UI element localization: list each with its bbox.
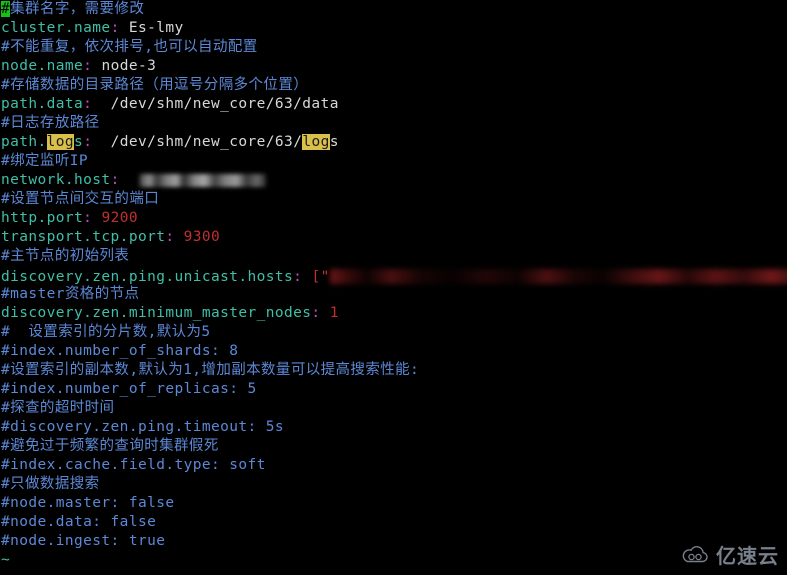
editor-line: path.data: /dev/shm/new_core/63/data [0, 95, 787, 114]
comment-text: #探查的超时时间 [1, 400, 115, 416]
setting-value: 1 [329, 305, 339, 321]
editor-line: transport.tcp.port: 9300 [0, 228, 787, 247]
comment-text: #node.master: false [1, 495, 175, 511]
comment-text: #主节点的初始列表 [1, 248, 130, 264]
setting-colon: : [311, 305, 321, 321]
comment-text: #master资格的节点 [1, 286, 140, 302]
setting-value: Es-lmy [128, 20, 184, 36]
setting-value: 9200 [101, 210, 138, 226]
editor-line: discovery.zen.minimum_master_nodes: 1 [0, 304, 787, 323]
editor-line: # 设置索引的分片数,默认为5 [0, 323, 787, 342]
editor-line: #discovery.zen.ping.timeout: 5s [0, 418, 787, 437]
comment-text: #设置节点间交互的端口 [1, 191, 160, 207]
editor-line: #node.master: false [0, 494, 787, 513]
comment-text: #node.ingest: true [1, 533, 166, 549]
editor-line: #设置索引的副本数,默认为1,增加副本数量可以提高搜索性能: [0, 361, 787, 380]
redacted-ip-address [137, 174, 266, 187]
comment-text: # 设置索引的分片数,默认为5 [1, 324, 211, 340]
setting-key: network.host [1, 172, 111, 188]
setting-value: 9300 [183, 229, 221, 245]
editor-empty-line-marker: ~ [0, 551, 787, 570]
editor-line: #node.ingest: true [0, 532, 787, 551]
editor-line-redacted: network.host: [0, 171, 787, 190]
comment-text: #日志存放路径 [1, 115, 100, 131]
editor-line: #探查的超时时间 [0, 399, 787, 418]
comment-text: #设置索引的副本数,默认为1,增加副本数量可以提高搜索性能: [1, 362, 420, 378]
comment-text: #node.data: false [1, 514, 157, 530]
editor-line: #只做数据搜索 [0, 475, 787, 494]
setting-key: path.data [1, 96, 84, 112]
editor-line: #index.number_of_replicas: 5 [0, 380, 787, 399]
editor-line: #master资格的节点 [0, 285, 787, 304]
editor-line: #设置节点间交互的端口 [0, 190, 787, 209]
comment-text: #绑定监听IP [1, 153, 88, 169]
setting-colon: : [83, 96, 93, 112]
list-open-bracket: [" [311, 269, 330, 285]
editor-line: http.port: 9200 [0, 209, 787, 228]
search-highlight: log [302, 134, 330, 150]
setting-key: discovery.zen.ping.unicast.hosts [1, 269, 294, 285]
editor-line: #绑定监听IP [0, 152, 787, 171]
setting-key: cluster.name [1, 20, 111, 36]
comment-text: #index.cache.field.type: soft [1, 457, 266, 473]
setting-key-prefix: path. [1, 134, 47, 150]
setting-key: transport.tcp.port [1, 229, 166, 245]
terminal-window[interactable]: #集群名字，需要修改 cluster.name: Es-lmy #不能重复，依次… [0, 0, 787, 575]
comment-text: 集群名字，需要修改 [10, 1, 145, 17]
editor-line: #主节点的初始列表 [0, 247, 787, 266]
editor-line: #node.data: false [0, 513, 787, 532]
setting-value-suffix: s [329, 134, 339, 150]
editor-line: node.name: node-3 [0, 57, 787, 76]
comment-text: #存储数据的目录路径（用逗号分隔多个位置） [1, 77, 309, 93]
editor-line: #不能重复，依次排号,也可以自动配置 [0, 38, 787, 57]
setting-key: discovery.zen.minimum_master_nodes [1, 305, 312, 321]
comment-text: #只做数据搜索 [1, 476, 100, 492]
comment-text: #discovery.zen.ping.timeout: 5s [1, 419, 285, 435]
setting-value: /dev/shm/new_core/63/data [110, 96, 339, 112]
editor-line: cluster.name: Es-lmy [0, 19, 787, 38]
editor-line-search-match: path.logs: /dev/shm/new_core/63/logs [0, 133, 787, 152]
editor-line: #日志存放路径 [0, 114, 787, 133]
text-cursor: # [1, 1, 11, 17]
setting-colon: : [110, 20, 120, 36]
editor-line: #index.cache.field.type: soft [0, 456, 787, 475]
setting-value: node-3 [101, 58, 157, 74]
redacted-host-list [329, 269, 787, 284]
setting-key-suffix: s [74, 134, 84, 150]
setting-key: http.port [1, 210, 84, 226]
search-highlight: log [46, 134, 75, 150]
setting-colon: : [83, 210, 93, 226]
setting-value-prefix: /dev/shm/new_core/63/ [110, 134, 303, 150]
editor-line-redacted: discovery.zen.ping.unicast.hosts: [""] [0, 266, 787, 285]
setting-colon: : [110, 172, 120, 188]
setting-key: node.name [1, 58, 84, 74]
editor-line: #index.number_of_shards: 8 [0, 342, 787, 361]
editor-line: #避免过于频繁的查询时集群假死 [0, 437, 787, 456]
setting-colon: : [293, 269, 303, 285]
editor-line: #存储数据的目录路径（用逗号分隔多个位置） [0, 76, 787, 95]
setting-colon: : [83, 58, 93, 74]
comment-text: #index.number_of_replicas: 5 [1, 381, 257, 397]
comment-text: #index.number_of_shards: 8 [1, 343, 239, 359]
editor-line: #集群名字，需要修改 [0, 0, 787, 19]
setting-colon: : [83, 134, 93, 150]
comment-text: #避免过于频繁的查询时集群假死 [1, 438, 219, 454]
comment-text: #不能重复，依次排号,也可以自动配置 [1, 39, 258, 55]
tilde-marker: ~ [1, 552, 11, 568]
